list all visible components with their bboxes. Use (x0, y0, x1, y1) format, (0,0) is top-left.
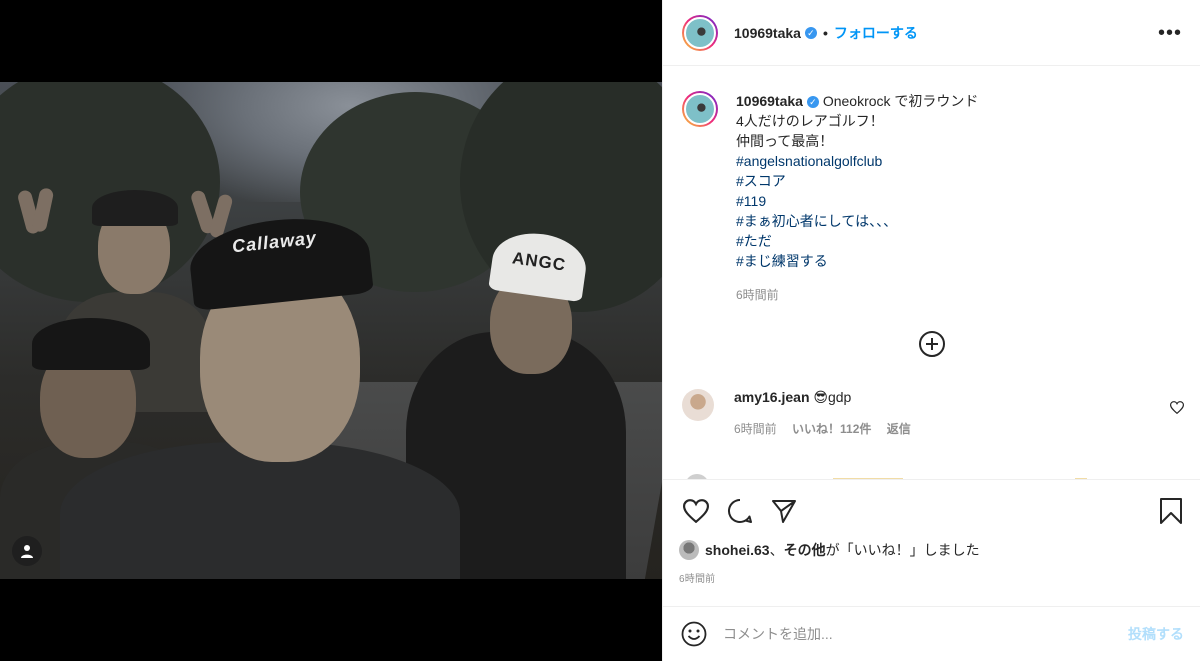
caption-time: 6時間前 (736, 288, 779, 302)
add-comment-bar: 投稿する (663, 606, 1200, 661)
comment-input[interactable] (723, 626, 1128, 642)
heart-icon (683, 499, 709, 523)
likes-separator: 、 (769, 542, 784, 558)
comment-meta: 6時間前 いいね！112件 返信 (734, 420, 911, 437)
verified-badge-icon: ✓ (806, 96, 819, 109)
share-button[interactable] (767, 494, 801, 528)
comment-icon (728, 498, 752, 523)
like-button[interactable] (679, 494, 713, 528)
post-media: ANGC Callaway (0, 0, 662, 661)
post-header: 10969taka ✓ • フォローする ••• (663, 0, 1200, 66)
hashtag-link[interactable]: #119 (736, 191, 978, 211)
comment-likes-link[interactable]: いいね！112件 (792, 422, 871, 436)
verified-badge-icon: ✓ (804, 26, 817, 39)
header-username[interactable]: 10969taka (734, 25, 801, 41)
caption-line: 4人だけのレアゴルフ！ (736, 113, 884, 129)
post-actions: shohei.63、その他 が「いいね！」しました 6時間前 (663, 479, 1200, 585)
plus-circle-icon (926, 338, 938, 350)
load-more-comments-button[interactable] (919, 331, 945, 357)
comment-item: amy16.jean 😎gdp 6時間前 いいね！112件 返信 (682, 389, 1184, 437)
instagram-post: ANGC Callaway 10969taka ✓ • フォローする ••• 1… (0, 0, 1200, 661)
reply-button[interactable]: 返信 (887, 422, 911, 436)
more-icon[interactable]: ••• (1158, 23, 1182, 43)
partial-comment (683, 471, 1163, 479)
emoji-icon[interactable] (681, 621, 707, 647)
caption-text: 10969taka ✓ Oneokrock で初ラウンド 4人だけのレアゴルフ！ … (736, 91, 978, 305)
comment-like-icon[interactable] (1170, 401, 1184, 414)
avatar-image (684, 93, 716, 125)
separator: • (822, 24, 828, 41)
hashtag-link[interactable]: #angelsnationalgolfclub (736, 151, 978, 171)
caption-username[interactable]: 10969taka (736, 93, 803, 109)
comment-button[interactable] (723, 494, 757, 528)
comments-section[interactable]: 10969taka ✓ Oneokrock で初ラウンド 4人だけのレアゴルフ！ … (663, 67, 1200, 479)
caption-first-line: 10969taka ✓ Oneokrock で初ラウンド (736, 91, 978, 111)
user-icon (21, 545, 33, 558)
tagged-users-button[interactable] (12, 536, 42, 566)
post-side-panel: 10969taka ✓ • フォローする ••• 10969taka ✓ Oneo… (662, 0, 1200, 661)
liker-username[interactable]: shohei.63 (705, 542, 770, 558)
comment-text: 😎gdp (813, 389, 852, 405)
cap (32, 318, 150, 370)
caption-first-text: Oneokrock で初ラウンド (822, 93, 979, 109)
hashtag-link[interactable]: #スコア (736, 171, 978, 191)
share-icon (772, 500, 796, 523)
likes-others-link[interactable]: その他 (784, 540, 826, 560)
avatar[interactable] (682, 14, 718, 51)
commenter-username[interactable]: amy16.jean (734, 389, 810, 405)
cap (92, 190, 178, 226)
post-photo[interactable]: ANGC Callaway (0, 82, 662, 579)
liker-avatar[interactable] (679, 540, 699, 560)
caption-line: 仲間って最高！ (736, 133, 834, 149)
follow-button[interactable]: フォローする (834, 23, 918, 43)
bookmark-icon (1160, 498, 1182, 524)
post-time[interactable]: 6時間前 (679, 570, 1184, 585)
hashtag-link[interactable]: #まじ練習する (736, 251, 978, 271)
hashtag-link[interactable]: #ただ (736, 231, 978, 251)
person-body (60, 442, 460, 579)
likes-suffix: が「いいね！」しました (825, 542, 980, 558)
avatar-image (684, 16, 716, 49)
likes-summary: shohei.63、その他 が「いいね！」しました (679, 540, 1184, 560)
commenter-avatar[interactable] (682, 389, 714, 421)
caption: 10969taka ✓ Oneokrock で初ラウンド 4人だけのレアゴルフ！ … (682, 91, 1184, 305)
comment-time: 6時間前 (734, 422, 777, 436)
action-icons-row (679, 494, 1184, 528)
hashtag-link[interactable]: #まぁ初心者にしては、、、 (736, 211, 978, 231)
partial-comment-preview (687, 474, 1087, 479)
post-comment-button[interactable]: 投稿する (1128, 624, 1184, 644)
save-button[interactable] (1158, 494, 1184, 528)
avatar[interactable] (682, 91, 718, 127)
comment-body: amy16.jean 😎gdp 6時間前 いいね！112件 返信 (734, 389, 911, 437)
